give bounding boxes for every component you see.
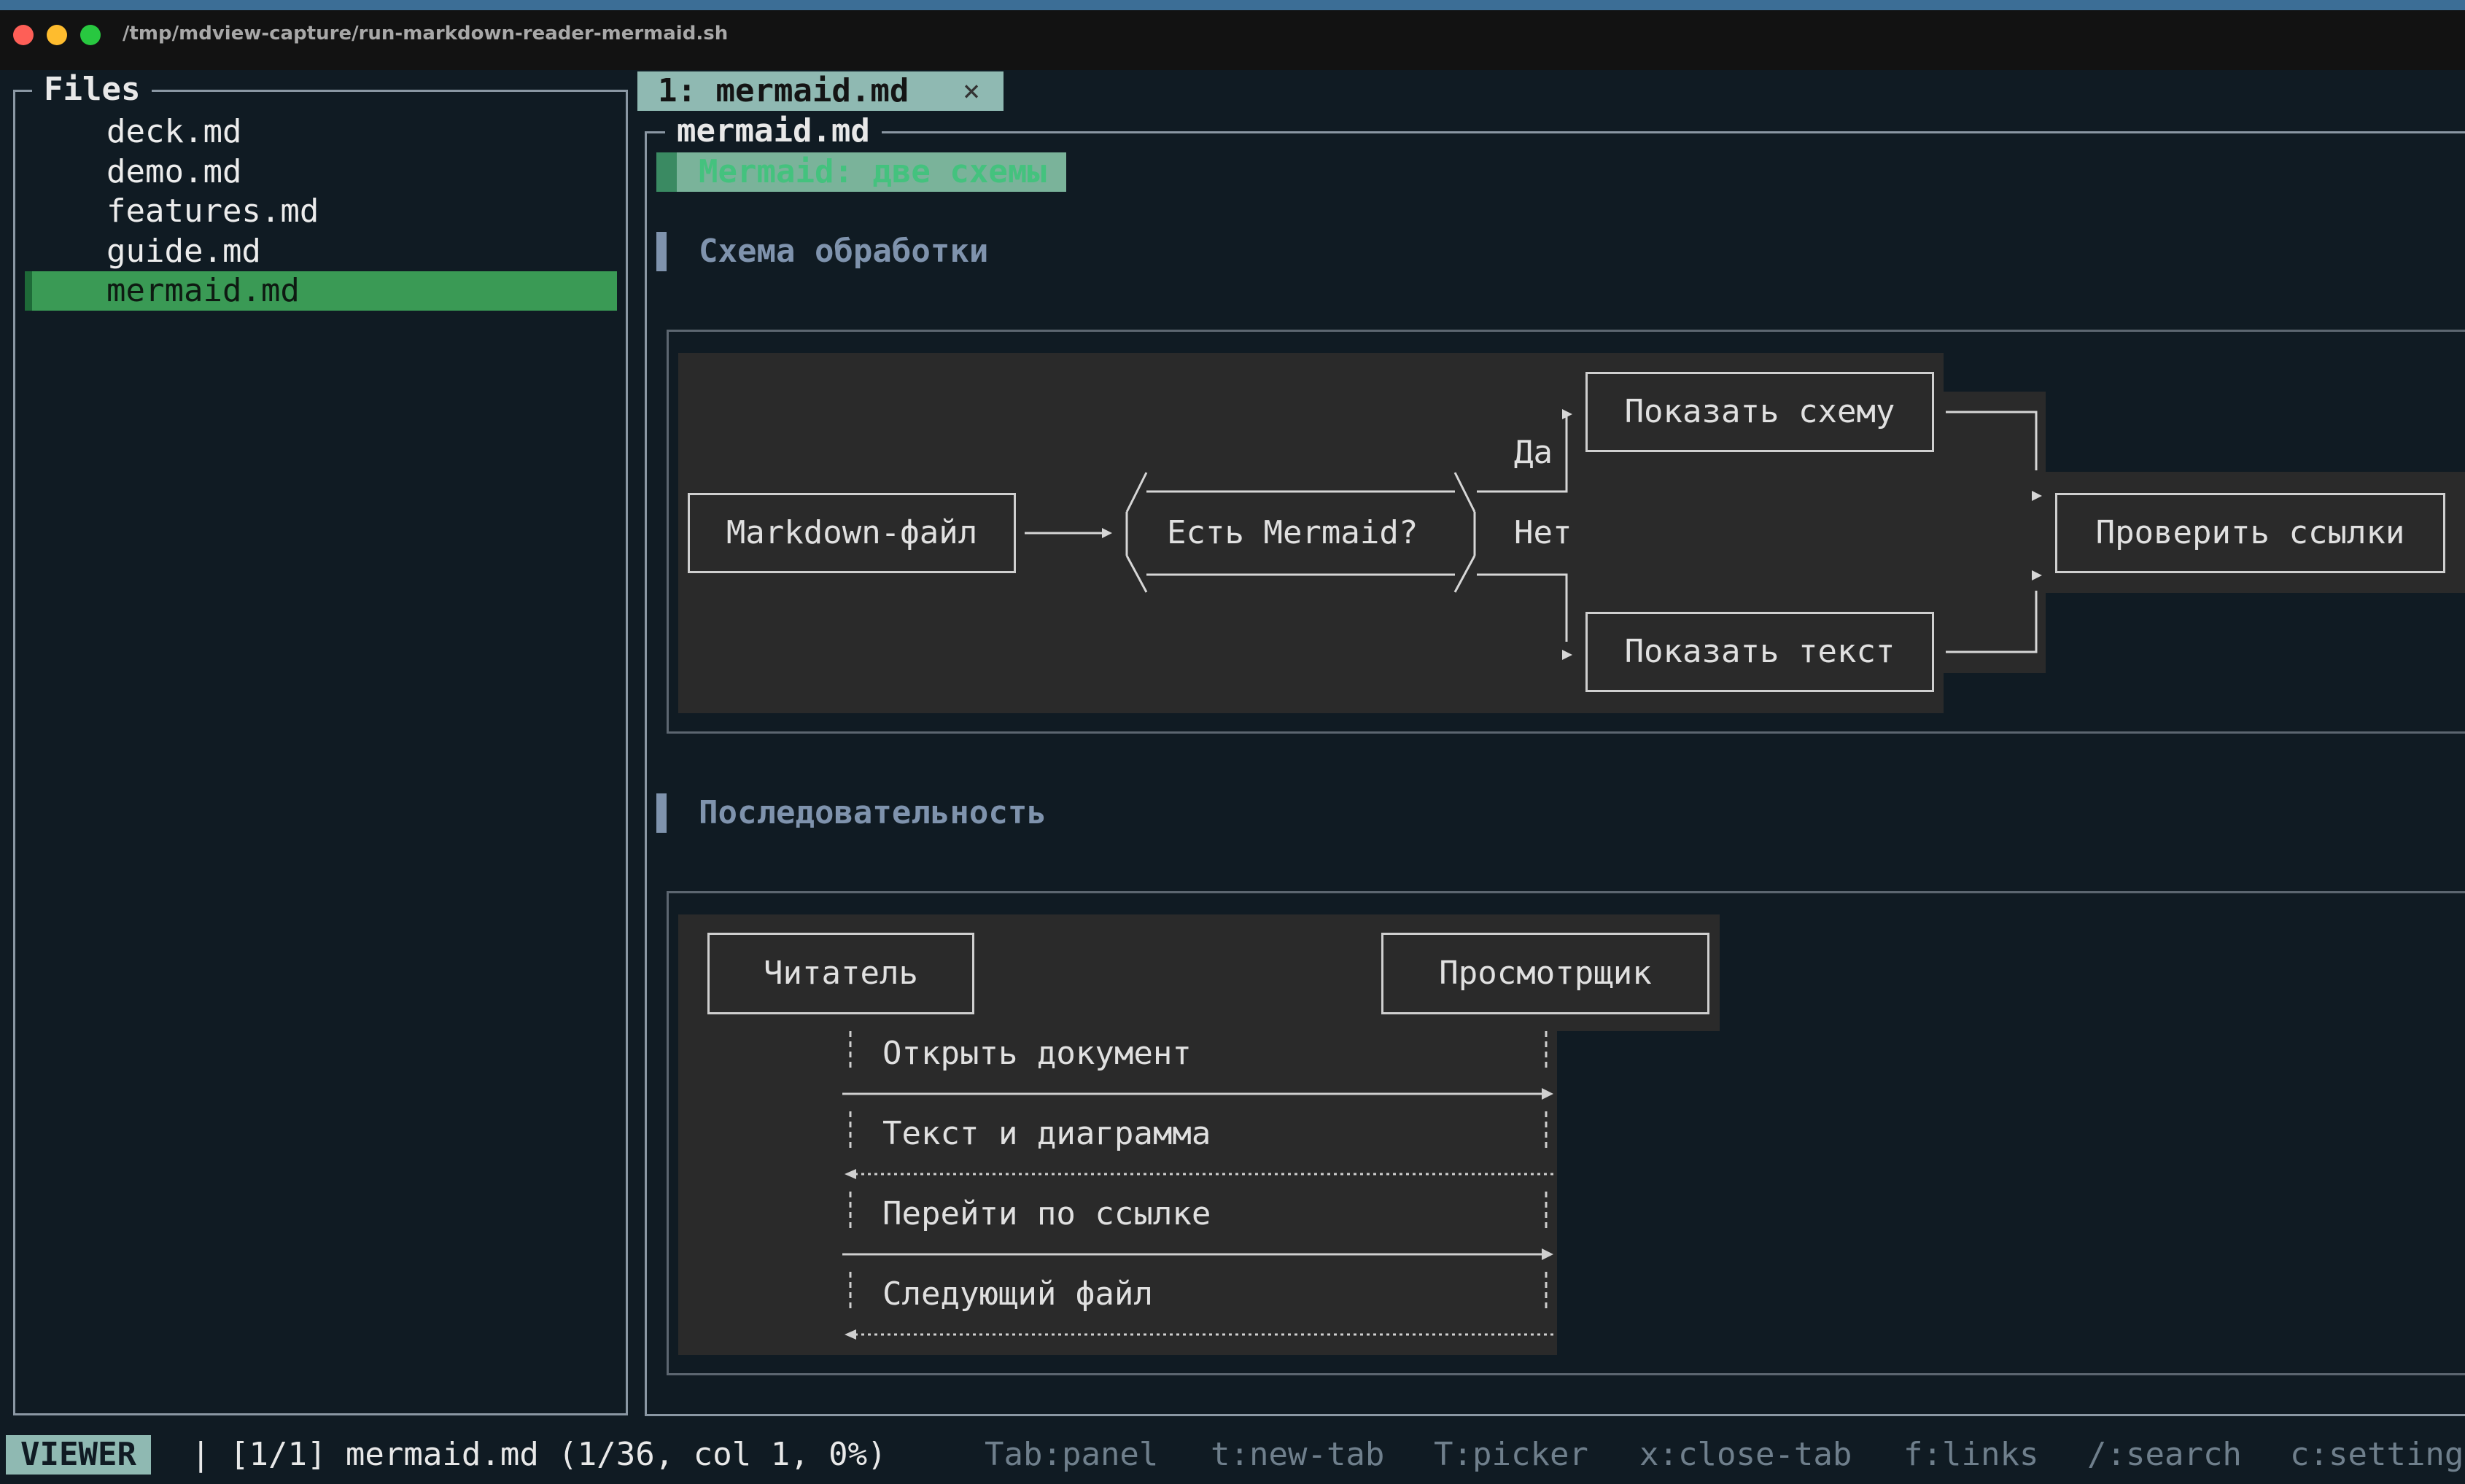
sequence-lines [842, 1031, 1553, 1340]
key-hint-picker[interactable]: T:picker [1434, 1435, 1588, 1475]
key-hint-search[interactable]: /:search [2087, 1435, 2242, 1475]
sequence-message: Открыть документ [882, 1035, 1192, 1072]
key-hint-new-tab[interactable]: t:new-tab [1211, 1435, 1384, 1475]
status-info: | [1/1] mermaid.md (1/36, col 1, 0%) [191, 1436, 887, 1473]
key-hint-close-tab[interactable]: x:close-tab [1639, 1435, 1852, 1475]
sequence-message: Следующий файл [882, 1275, 1153, 1313]
key-hint-settings[interactable]: c:settings [2290, 1435, 2465, 1475]
sequence-message: Текст и диаграмма [882, 1115, 1211, 1152]
key-hint-tab[interactable]: Tab:panel [985, 1435, 1158, 1475]
key-hint-links[interactable]: f:links [1903, 1435, 2038, 1475]
mode-badge: VIEWER [6, 1435, 151, 1475]
sequence-message: Перейти по ссылке [882, 1195, 1211, 1232]
